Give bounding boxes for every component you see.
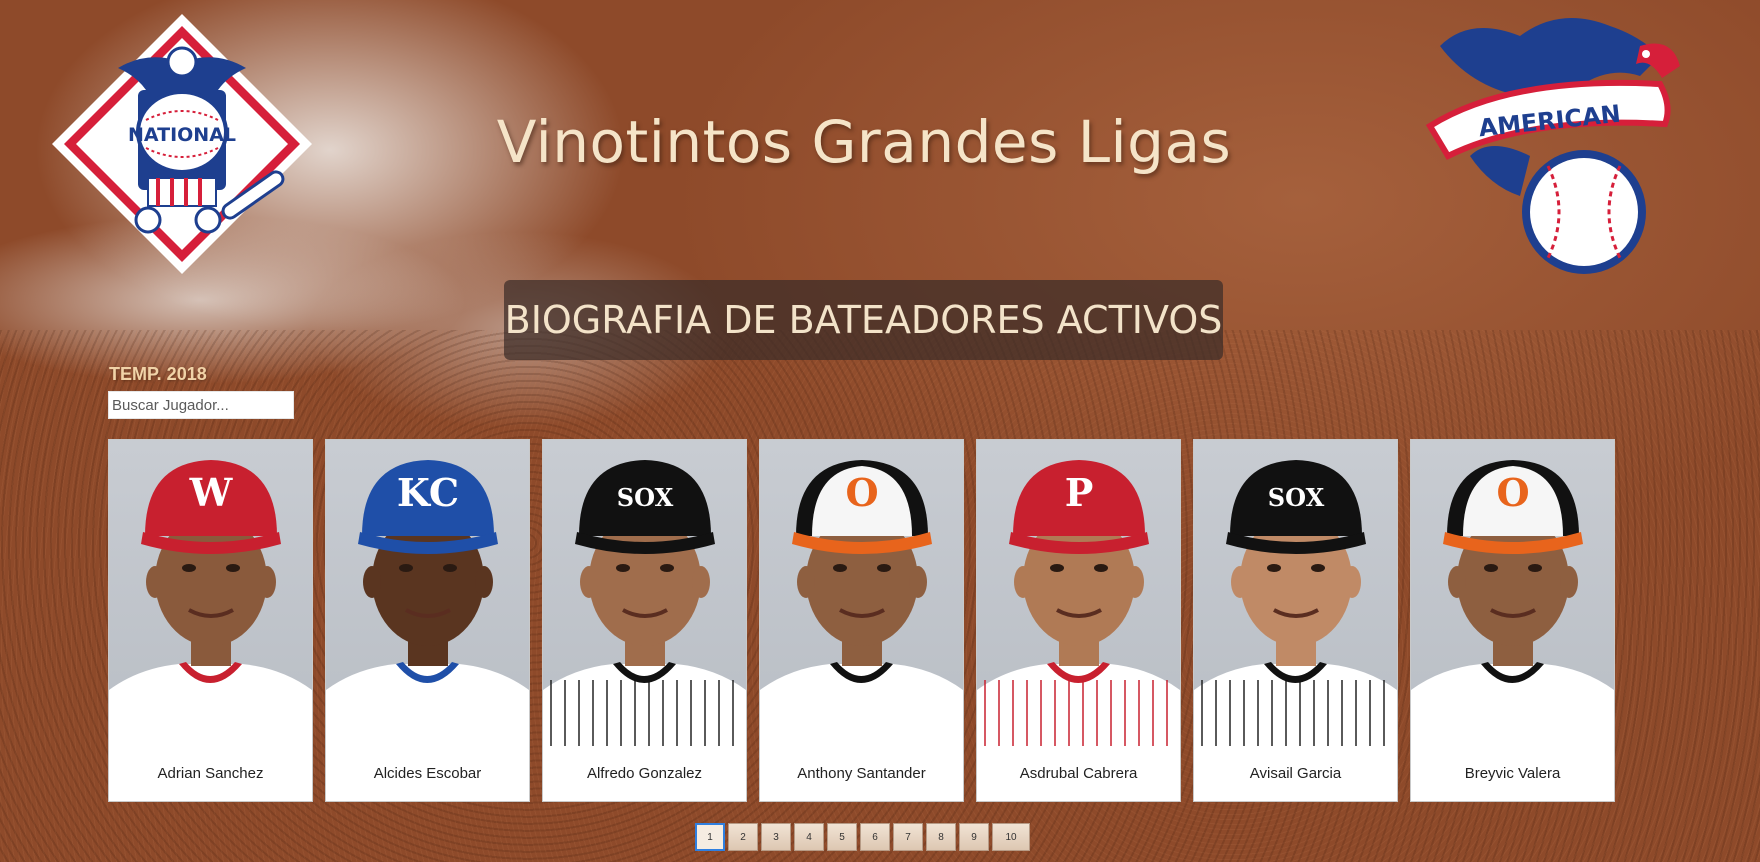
player-photo: O bbox=[1411, 440, 1614, 746]
pagination: 1 2 3 4 5 6 7 8 9 10 bbox=[695, 823, 1030, 853]
page-button-10[interactable]: 10 bbox=[992, 823, 1030, 851]
svg-text:O: O bbox=[1496, 470, 1529, 515]
player-name: Adrian Sanchez bbox=[157, 765, 264, 782]
svg-text:KC: KC bbox=[397, 470, 459, 515]
player-card[interactable]: O Anthony Santander bbox=[759, 439, 964, 802]
player-card[interactable]: SOX Avisail Garcia bbox=[1193, 439, 1398, 802]
player-name: Anthony Santander bbox=[797, 765, 926, 782]
section-banner: BIOGRAFIA DE BATEADORES ACTIVOS bbox=[504, 280, 1223, 360]
player-card[interactable]: KC Alcides Escobar bbox=[325, 439, 530, 802]
player-name: Breyvic Valera bbox=[1464, 765, 1561, 782]
player-photo: O bbox=[760, 440, 963, 746]
player-card[interactable]: P Asdrubal Cabrera bbox=[976, 439, 1181, 802]
page-button-3[interactable]: 3 bbox=[761, 823, 791, 851]
svg-text:P: P bbox=[1065, 470, 1094, 515]
svg-text:W: W bbox=[189, 470, 234, 515]
page-button-1[interactable]: 1 bbox=[695, 823, 725, 851]
player-photo: KC bbox=[326, 440, 529, 746]
player-card[interactable]: W Adrian Sanchez bbox=[108, 439, 313, 802]
player-photo: SOX bbox=[1194, 440, 1397, 746]
section-banner-label: BIOGRAFIA DE BATEADORES ACTIVOS bbox=[504, 298, 1223, 342]
page-button-6[interactable]: 6 bbox=[860, 823, 890, 851]
player-card[interactable]: O Breyvic Valera bbox=[1410, 439, 1615, 802]
page-button-2[interactable]: 2 bbox=[728, 823, 758, 851]
page-title: Vinotintos Grandes Ligas bbox=[496, 108, 1232, 176]
svg-text:SOX: SOX bbox=[617, 483, 674, 512]
player-name: Alcides Escobar bbox=[373, 765, 482, 782]
svg-text:O: O bbox=[845, 470, 878, 515]
player-photo: W bbox=[109, 440, 312, 746]
page-button-5[interactable]: 5 bbox=[827, 823, 857, 851]
page-button-7[interactable]: 7 bbox=[893, 823, 923, 851]
search-input[interactable] bbox=[108, 391, 294, 419]
page-button-8[interactable]: 8 bbox=[926, 823, 956, 851]
page-button-9[interactable]: 9 bbox=[959, 823, 989, 851]
player-card[interactable]: SOX Alfredo Gonzalez bbox=[542, 439, 747, 802]
player-photo: P bbox=[977, 440, 1180, 746]
player-photo: SOX bbox=[543, 440, 746, 746]
page-button-4[interactable]: 4 bbox=[794, 823, 824, 851]
player-name: Avisail Garcia bbox=[1249, 765, 1342, 782]
player-card-list: W Adrian Sanchez KC Alcides Escobar SOX … bbox=[108, 439, 1620, 802]
player-name: Alfredo Gonzalez bbox=[586, 765, 703, 782]
svg-text:SOX: SOX bbox=[1268, 483, 1325, 512]
season-label: TEMP. 2018 bbox=[109, 364, 207, 384]
player-name: Asdrubal Cabrera bbox=[1019, 765, 1138, 782]
